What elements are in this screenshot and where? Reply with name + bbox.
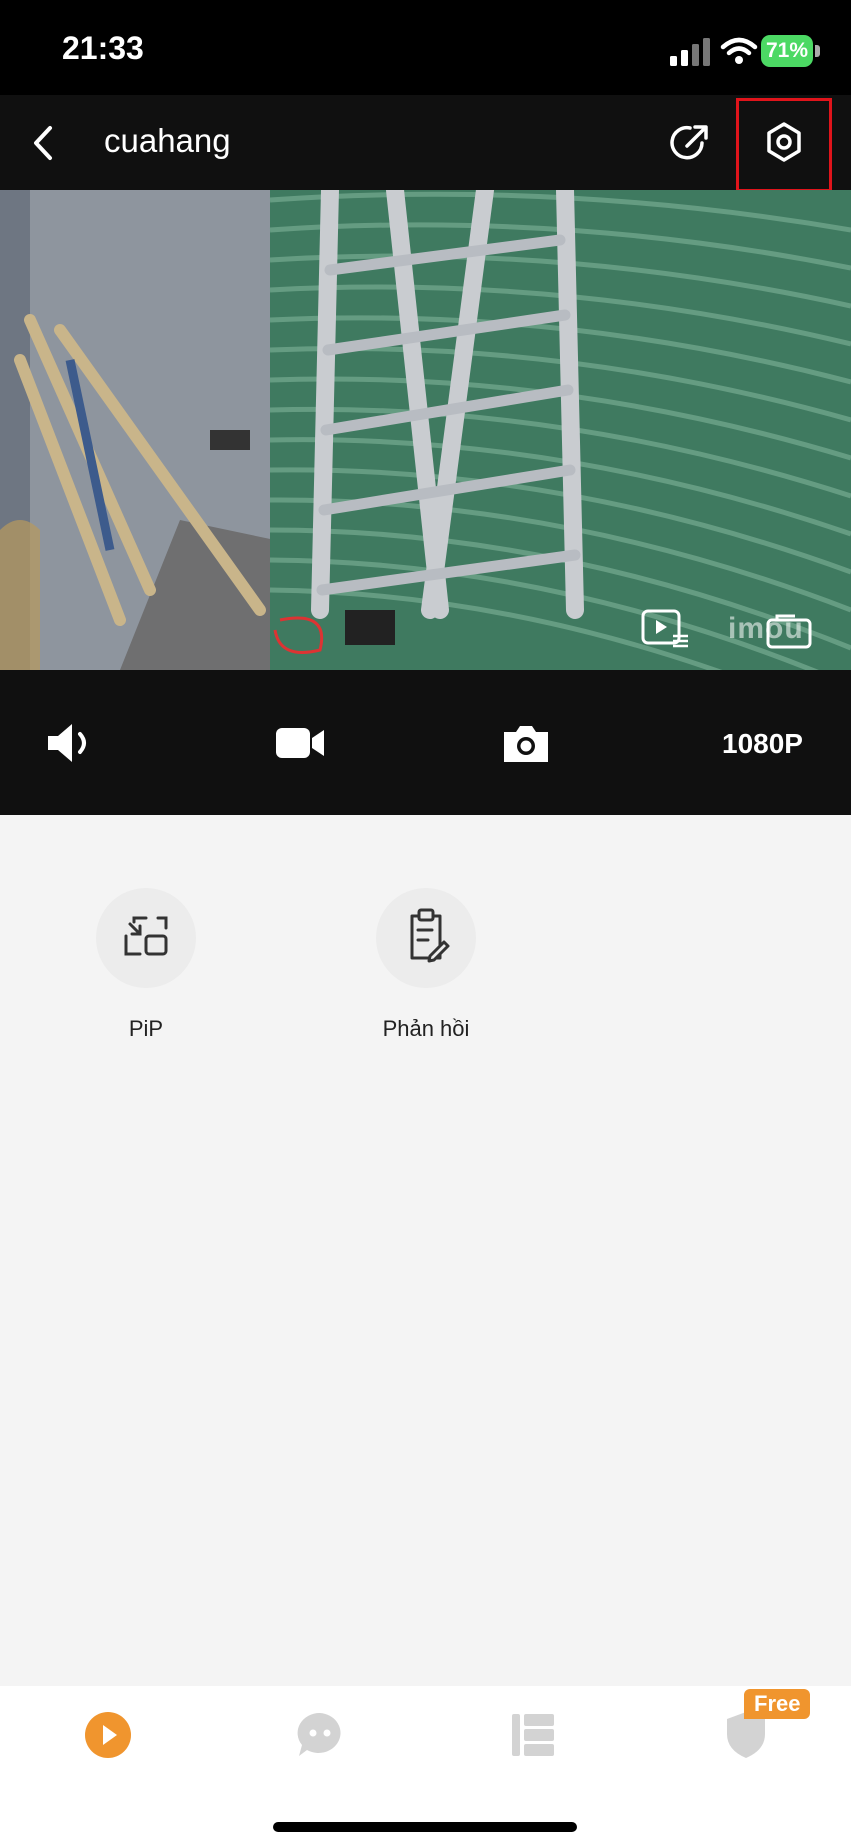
tab-live-play-icon[interactable] [81,1708,135,1762]
settings-highlight-box [736,98,832,192]
record-video-icon[interactable] [270,718,330,768]
back-icon[interactable] [22,118,66,168]
pip-label: PiP [128,1016,164,1041]
multi-window-icon[interactable] [765,614,815,650]
wifi-icon [720,37,758,64]
device-title: cuahang [104,122,231,159]
pip-button[interactable] [96,888,196,988]
battery-indicator: 71% [761,35,813,67]
tab-messages-chat-icon[interactable] [293,1708,347,1762]
cellular-signal-icon [670,38,710,66]
snapshot-camera-icon[interactable] [496,718,556,768]
live-video-feed[interactable] [0,190,851,670]
free-badge: Free [744,1689,811,1719]
speaker-icon[interactable] [42,718,102,768]
feedback-label: Phản hồi [382,1016,470,1041]
feedback-clipboard-icon [410,908,450,963]
playback-list-icon[interactable] [640,608,690,650]
home-indicator [273,1822,577,1832]
resolution-toggle[interactable]: 1080P [722,728,803,760]
tab-list-icon[interactable] [506,1708,560,1762]
feedback-button[interactable] [376,888,476,988]
status-time: 21:33 [62,30,144,66]
share-icon[interactable] [665,118,715,168]
battery-cap [815,45,820,57]
pip-icon [124,916,168,956]
